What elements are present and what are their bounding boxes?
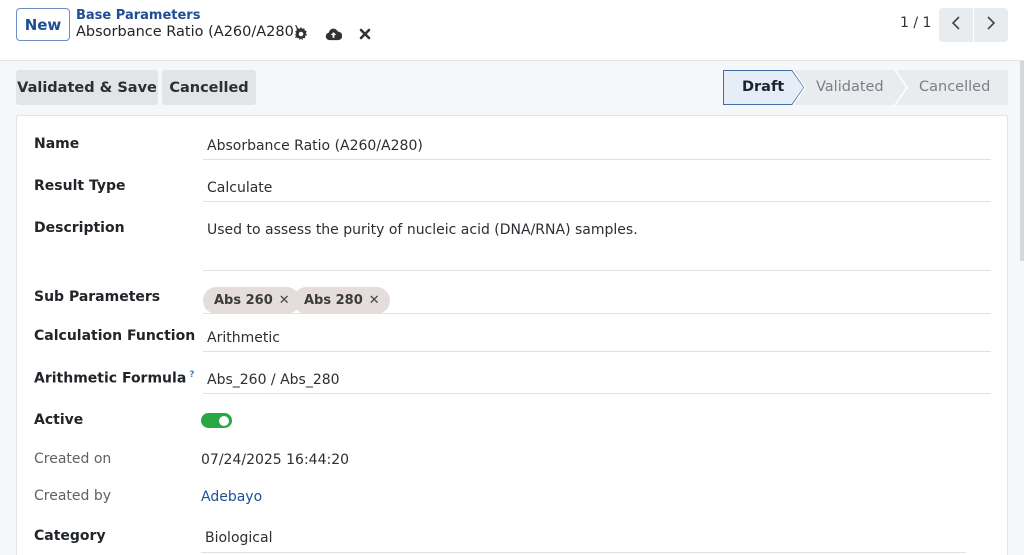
created-on-label: Created on: [34, 451, 112, 467]
category-field[interactable]: Biological: [205, 530, 272, 546]
stage-cancelled[interactable]: Cancelled: [919, 79, 990, 95]
result-type-underline: [203, 201, 991, 202]
arithmetic-formula-underline: [203, 393, 991, 394]
description-field[interactable]: Used to assess the purity of nucleic aci…: [207, 222, 638, 238]
tag-label: Abs 280: [304, 293, 363, 308]
cloud-upload-icon[interactable]: [325, 27, 342, 41]
stage-draft[interactable]: Draft: [742, 79, 784, 95]
help-tooltip-icon[interactable]: ?: [189, 370, 194, 380]
arithmetic-formula-label-text: Arithmetic Formula: [34, 370, 187, 387]
name-label: Name: [34, 136, 80, 152]
record-actions: [294, 24, 371, 44]
calculation-function-field[interactable]: Arithmetic: [207, 330, 280, 346]
breadcrumb-base-parameters[interactable]: Base Parameters: [76, 8, 200, 23]
created-by-label: Created by: [34, 488, 112, 504]
category-label: Category: [34, 528, 106, 544]
name-field-underline: [203, 159, 991, 160]
gear-icon[interactable]: [294, 27, 308, 41]
category-underline: [201, 552, 966, 553]
scrollbar[interactable]: [1020, 61, 1024, 261]
result-type-field[interactable]: Calculate: [207, 180, 272, 196]
arithmetic-formula-label: Arithmetic Formula?: [34, 370, 195, 387]
active-label: Active: [34, 412, 84, 428]
record-title: Absorbance Ratio (A260/A280): [76, 24, 300, 40]
toggle-knob: [219, 415, 229, 426]
description-label: Description: [34, 220, 125, 236]
remove-tag-icon[interactable]: ✕: [369, 293, 380, 308]
calculation-function-underline: [203, 351, 991, 352]
remove-tag-icon[interactable]: ✕: [279, 293, 290, 308]
chevron-left-icon: [951, 15, 961, 35]
result-type-label: Result Type: [34, 178, 126, 194]
pager-previous-button[interactable]: [939, 8, 973, 42]
chevron-right-icon: [986, 15, 996, 35]
arithmetic-formula-field[interactable]: Abs_260 / Abs_280: [207, 372, 340, 388]
close-icon[interactable]: [359, 28, 371, 40]
tag-label: Abs 260: [214, 293, 273, 308]
calculation-function-label: Calculation Function: [34, 328, 196, 344]
new-button[interactable]: New: [16, 8, 70, 41]
pager-value[interactable]: 1 / 1: [900, 15, 931, 31]
description-underline: [203, 270, 991, 271]
cancel-button[interactable]: Cancelled: [162, 70, 256, 105]
created-by-link[interactable]: Adebayo: [201, 489, 262, 505]
active-toggle[interactable]: [201, 413, 232, 428]
sub-parameters-label: Sub Parameters: [34, 289, 161, 305]
pager-next-button[interactable]: [974, 8, 1008, 42]
control-panel: New Base Parameters Absorbance Ratio (A2…: [0, 0, 1024, 61]
tag-abs-260[interactable]: Abs 260 ✕: [203, 287, 300, 314]
created-on-value: 07/24/2025 16:44:20: [201, 452, 350, 468]
sub-parameters-underline: [203, 313, 991, 314]
tag-abs-280[interactable]: Abs 280 ✕: [293, 287, 390, 314]
name-field[interactable]: Absorbance Ratio (A260/A280): [207, 138, 423, 154]
validate-save-button[interactable]: Validated & Save: [16, 70, 158, 105]
stage-validated[interactable]: Validated: [816, 79, 884, 95]
